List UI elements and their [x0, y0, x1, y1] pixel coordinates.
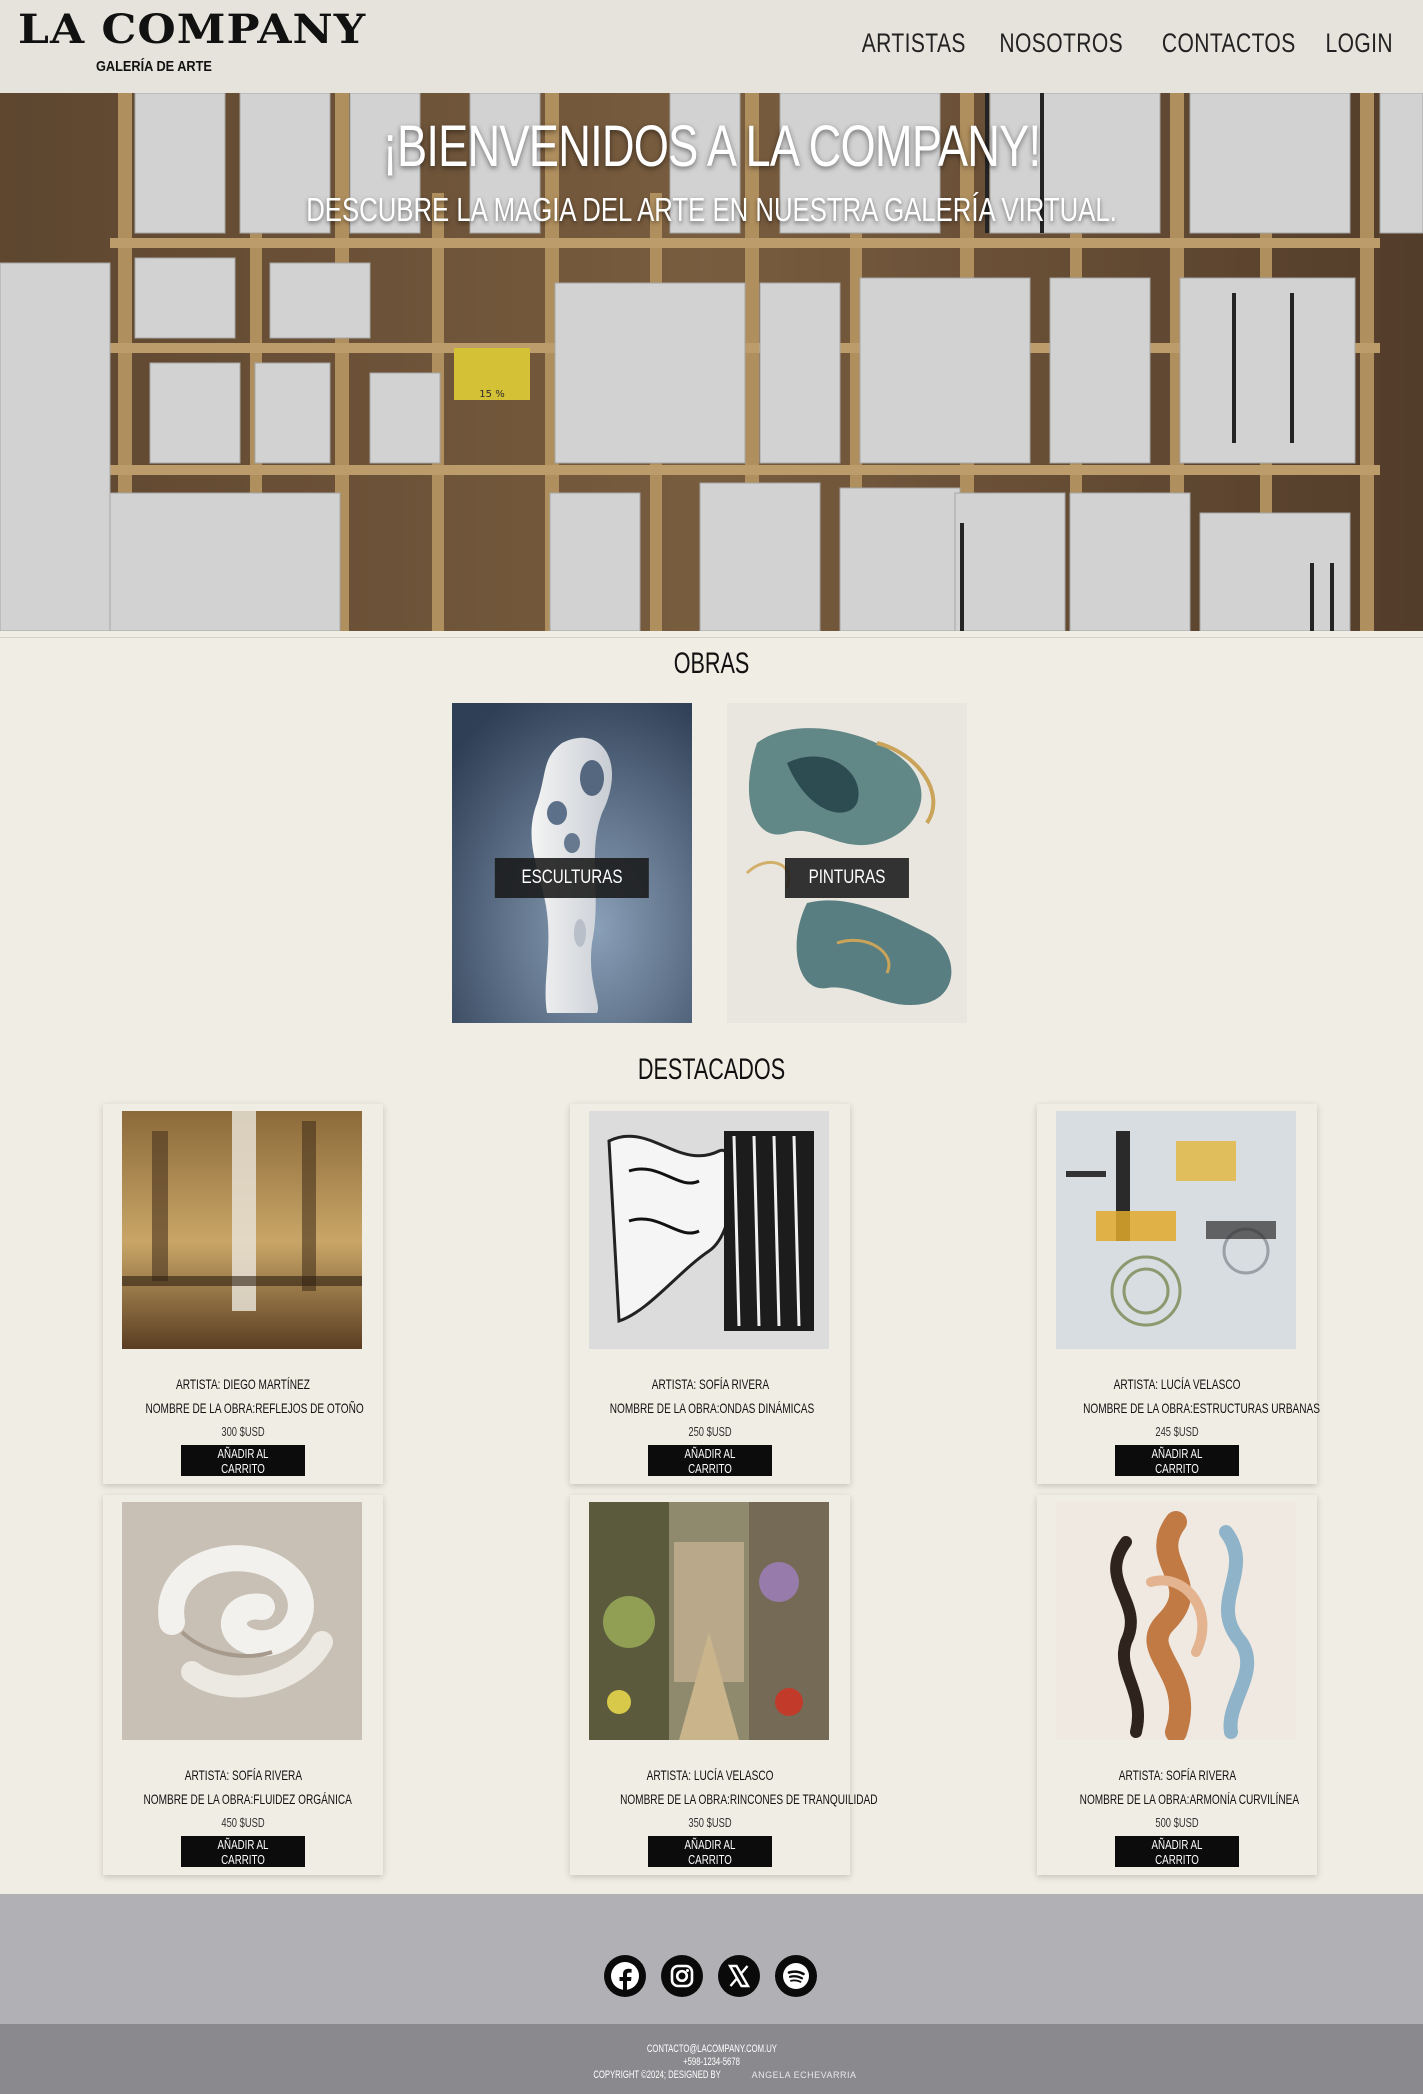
nav-nosotros[interactable]: NOSOTROS	[1000, 28, 1124, 59]
logo[interactable]: LA COMPANY GALERÍA DE ARTE	[18, 6, 367, 84]
category-label: PINTURAS	[784, 858, 910, 898]
product-artist: ARTISTA: LUCÍA VELASCO	[646, 1767, 774, 1783]
product-artist: ARTISTA: LUCÍA VELASCO	[1113, 1376, 1241, 1392]
social-links	[604, 1955, 817, 1997]
add-to-cart-button[interactable]: AÑADIR AL CARRITO	[1115, 1836, 1239, 1867]
hero-subtitle: DESCUBRE LA MAGIA DEL ARTE EN NUESTRA GA…	[306, 191, 1117, 228]
product-image[interactable]	[122, 1111, 362, 1349]
add-to-cart-button[interactable]: AÑADIR AL CARRITO	[1115, 1445, 1239, 1476]
footer-copyright: COPYRIGHT ©2024; DESIGNED BY ANGELA ECHE…	[593, 2069, 857, 2081]
product-artist: ARTISTA: SOFÍA RIVERA	[1118, 1767, 1236, 1783]
product-artist: ARTISTA: SOFÍA RIVERA	[651, 1376, 769, 1392]
facebook-icon[interactable]	[604, 1955, 646, 1997]
product-name: NOMBRE DE LA OBRA:ESTRUCTURAS URBANAS	[1083, 1400, 1320, 1416]
product-name: NOMBRE DE LA OBRA:ARMONÍA CURVILÍNEA	[1079, 1791, 1300, 1807]
add-to-cart-button[interactable]: AÑADIR AL CARRITO	[648, 1836, 772, 1867]
destacados-title: DESTACADOS	[637, 1053, 786, 1086]
divider	[0, 637, 1423, 638]
product-price: 300 $USD	[221, 1424, 265, 1439]
category-pinturas[interactable]: PINTURAS	[727, 703, 967, 1023]
instagram-icon[interactable]	[661, 1955, 703, 1997]
site-header: LA COMPANY GALERÍA DE ARTE ARTISTAS NOSO…	[0, 0, 1423, 93]
product-card: ARTISTA: DIEGO MARTÍNEZ NOMBRE DE LA OBR…	[103, 1104, 383, 1484]
product-card: ARTISTA: SOFÍA RIVERA NOMBRE DE LA OBRA:…	[103, 1495, 383, 1875]
nav-artistas[interactable]: ARTISTAS	[862, 28, 966, 59]
hero-title: ¡BIENVENIDOS A LA COMPANY!	[382, 114, 1041, 179]
product-card: ARTISTA: LUCÍA VELASCO NOMBRE DE LA OBRA…	[570, 1495, 878, 1875]
product-image[interactable]	[122, 1502, 362, 1740]
main-nav: ARTISTAS NOSOTROS CONTACTOS LOGIN	[861, 28, 1393, 59]
add-to-cart-button[interactable]: AÑADIR AL CARRITO	[181, 1836, 305, 1867]
product-image[interactable]	[589, 1111, 829, 1349]
hero-banner: 15 % ¡BIENVENIDOS A LA COMPANY! DESCUBRE…	[0, 93, 1423, 631]
logo-subtitle: GALERÍA DE ARTE	[96, 58, 212, 75]
product-artist: ARTISTA: DIEGO MARTÍNEZ	[176, 1376, 310, 1392]
product-price: 500 $USD	[1155, 1815, 1199, 1830]
footer-social	[0, 1894, 1423, 2024]
product-image[interactable]	[1056, 1111, 1296, 1349]
product-card: ARTISTA: SOFÍA RIVERA NOMBRE DE LA OBRA:…	[1037, 1495, 1317, 1875]
product-price: 350 $USD	[688, 1815, 732, 1830]
product-image[interactable]	[589, 1502, 829, 1740]
logo-title: LA COMPANY	[18, 6, 367, 53]
category-label: ESCULTURAS	[494, 858, 650, 898]
product-card: ARTISTA: LUCÍA VELASCO NOMBRE DE LA OBRA…	[1037, 1104, 1320, 1484]
category-esculturas[interactable]: ESCULTURAS	[452, 703, 692, 1023]
product-price: 450 $USD	[221, 1815, 265, 1830]
footer-email[interactable]: CONTACTO@LACOMPANY.COM.UY	[0, 2043, 1423, 2055]
footer-designer[interactable]: ANGELA ECHEVARRIA	[752, 2070, 857, 2080]
add-to-cart-button[interactable]: AÑADIR AL CARRITO	[181, 1445, 305, 1476]
product-name: NOMBRE DE LA OBRA:FLUIDEZ ORGÁNICA	[143, 1791, 352, 1807]
product-name: NOMBRE DE LA OBRA:REFLEJOS DE OTOÑO	[145, 1400, 364, 1416]
add-to-cart-button[interactable]: AÑADIR AL CARRITO	[648, 1445, 772, 1476]
page: LA COMPANY GALERÍA DE ARTE ARTISTAS NOSO…	[0, 0, 1423, 2094]
spotify-icon[interactable]	[775, 1955, 817, 1997]
main-content: OBRAS ESCULTURAS PINTURAS DESTACADOS ART…	[0, 631, 1423, 1894]
obras-title: OBRAS	[673, 647, 750, 680]
nav-login[interactable]: LOGIN	[1326, 28, 1393, 59]
product-name: NOMBRE DE LA OBRA:RINCONES DE TRANQUILID…	[620, 1791, 878, 1807]
product-price: 250 $USD	[688, 1424, 732, 1439]
product-artist: ARTISTA: SOFÍA RIVERA	[184, 1767, 302, 1783]
footer-contact: CONTACTO@LACOMPANY.COM.UY +598-1234-5678…	[0, 2024, 1423, 2094]
product-card: ARTISTA: SOFÍA RIVERA NOMBRE DE LA OBRA:…	[570, 1104, 850, 1484]
nav-contactos[interactable]: CONTACTOS	[1162, 28, 1296, 59]
product-price: 245 $USD	[1155, 1424, 1199, 1439]
product-name: NOMBRE DE LA OBRA:ONDAS DINÁMICAS	[609, 1400, 815, 1416]
footer-phone: +598-1234-5678	[683, 2056, 740, 2068]
x-icon[interactable]	[718, 1955, 760, 1997]
product-image[interactable]	[1056, 1502, 1296, 1740]
